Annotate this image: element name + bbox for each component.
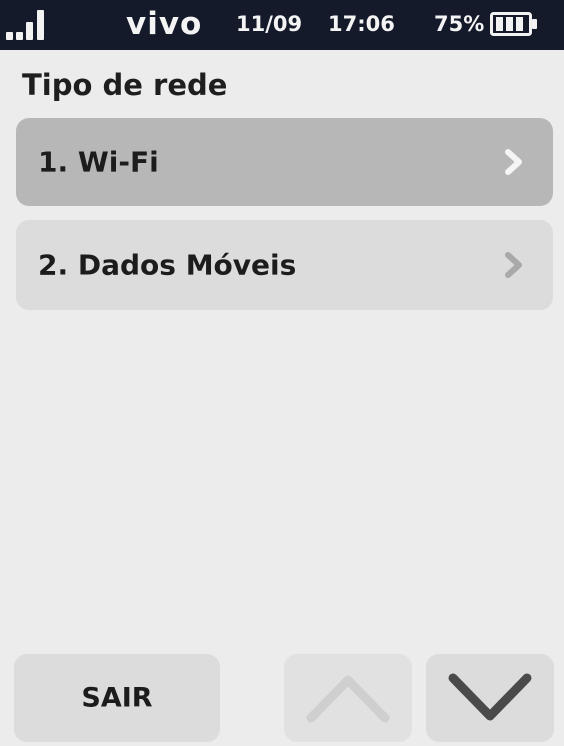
chevron-right-icon	[505, 252, 522, 278]
scroll-up-button[interactable]	[284, 654, 412, 742]
menu-item-mobile-data[interactable]: 2. Dados Móveis	[16, 220, 553, 310]
exit-button[interactable]: SAIR	[14, 654, 220, 742]
status-bar: vivo 11/09 17:06 75%	[0, 0, 564, 50]
chevron-right-icon	[505, 149, 522, 175]
battery-percent: 75%	[434, 12, 485, 36]
status-time: 17:06	[328, 12, 395, 36]
signal-strength-icon	[6, 8, 50, 40]
scroll-down-button[interactable]	[426, 654, 554, 742]
status-date: 11/09	[236, 12, 303, 36]
menu-item-label: 2. Dados Móveis	[38, 248, 297, 282]
battery-icon	[490, 12, 537, 36]
menu-item-wifi[interactable]: 1. Wi-Fi	[16, 118, 553, 206]
exit-button-label: SAIR	[81, 682, 153, 714]
page-title: Tipo de rede	[22, 68, 228, 102]
arrow-down-icon	[448, 673, 532, 721]
arrow-up-icon	[306, 675, 390, 723]
carrier-name: vivo	[126, 6, 203, 42]
menu-item-label: 1. Wi-Fi	[38, 145, 159, 179]
